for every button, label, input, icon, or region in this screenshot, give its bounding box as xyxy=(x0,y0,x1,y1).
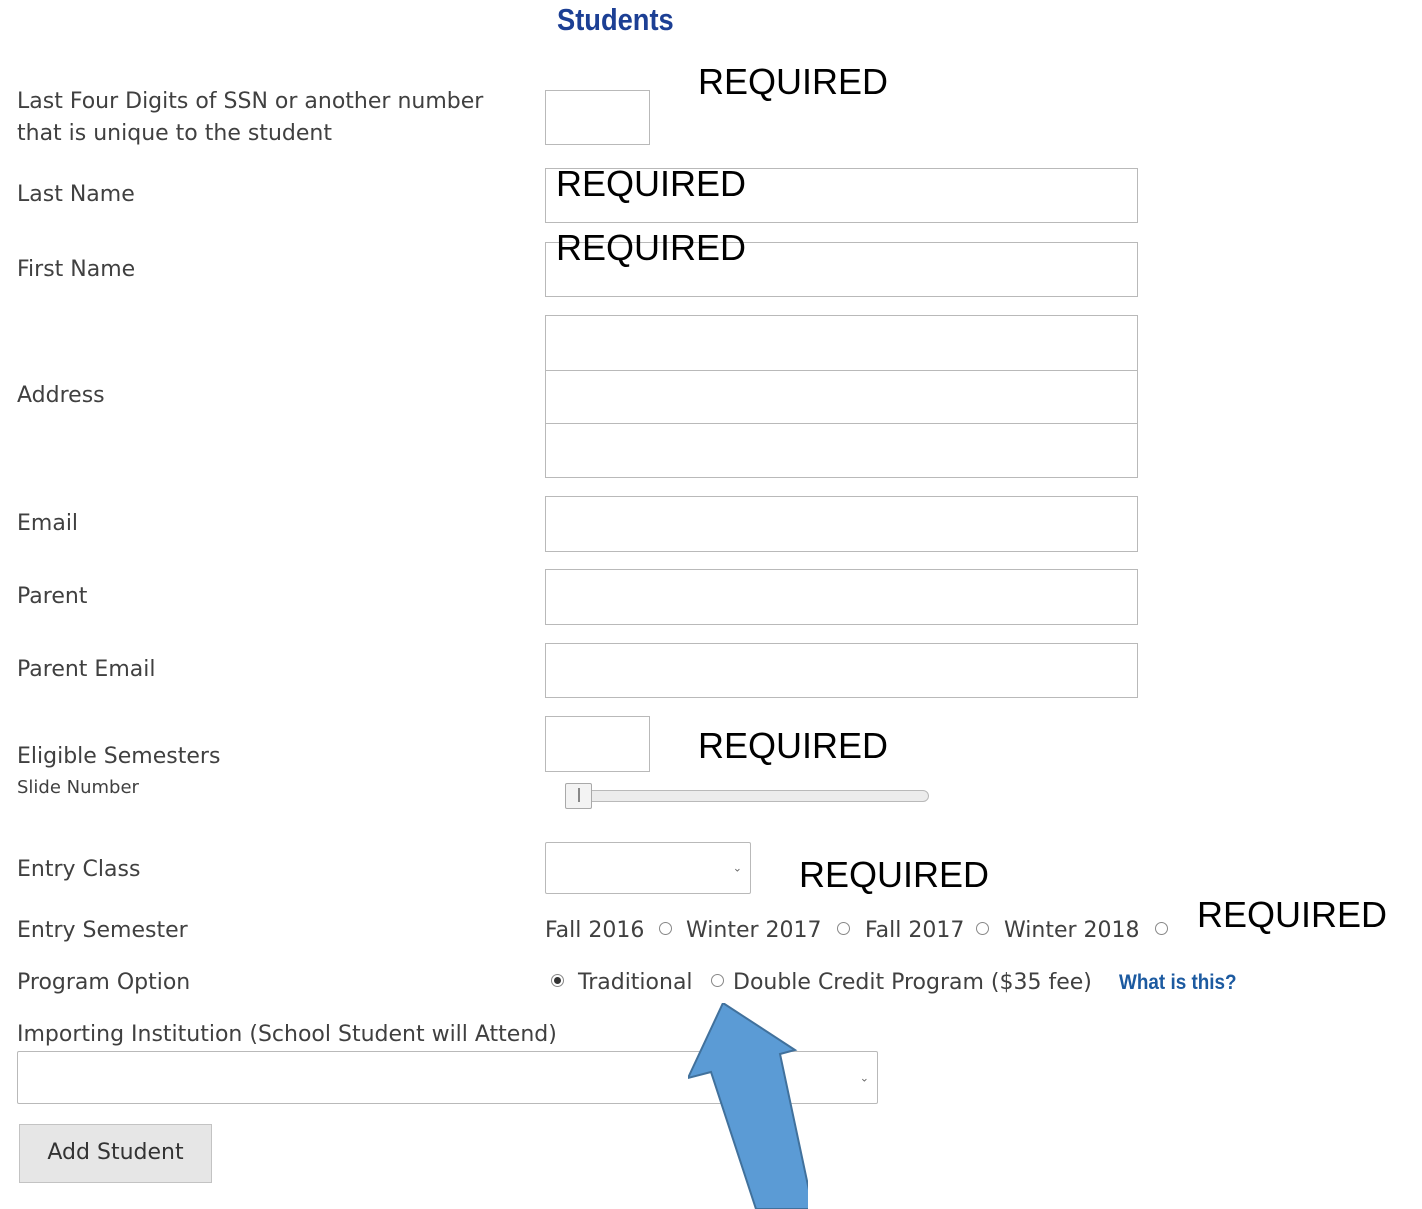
semester-radio[interactable] xyxy=(1155,922,1168,935)
address-label: Address xyxy=(17,383,105,408)
required-note-entry-class: REQUIRED xyxy=(799,854,990,895)
semester-option-label: Fall 2016 xyxy=(545,918,645,943)
program-option-label: Program Option xyxy=(17,970,191,995)
parent-input[interactable] xyxy=(545,569,1138,625)
address-line2-input[interactable] xyxy=(545,370,1138,425)
entry-class-label: Entry Class xyxy=(17,857,141,882)
eligible-semesters-label: Eligible Semesters xyxy=(17,744,221,769)
last-name-label: Last Name xyxy=(17,182,135,207)
email-label: Email xyxy=(17,511,79,536)
entry-class-select[interactable]: ⌄ xyxy=(545,842,751,894)
required-note-eligible-semesters: REQUIRED xyxy=(698,725,889,766)
annotation-arrow-icon xyxy=(688,1003,808,1209)
ssn-input[interactable] xyxy=(545,90,650,145)
add-student-button[interactable]: Add Student xyxy=(19,1124,212,1183)
parent-label: Parent xyxy=(17,584,88,609)
address-line1-input[interactable] xyxy=(545,315,1138,371)
parent-email-label: Parent Email xyxy=(17,657,156,682)
required-note-entry-semester: REQUIRED xyxy=(1197,894,1388,935)
parent-email-input[interactable] xyxy=(545,643,1138,698)
semester-radio[interactable] xyxy=(837,922,850,935)
required-note-first-name: REQUIRED xyxy=(556,227,747,268)
first-name-label: First Name xyxy=(17,257,136,282)
ssn-label-line1: Last Four Digits of SSN or another numbe… xyxy=(17,89,484,114)
semester-slider-track[interactable] xyxy=(565,790,929,802)
semester-radio[interactable] xyxy=(659,922,672,935)
email-input[interactable] xyxy=(545,496,1138,552)
address-line3-input[interactable] xyxy=(545,423,1138,478)
chevron-down-icon: ⌄ xyxy=(859,1071,869,1084)
entry-semester-label: Entry Semester xyxy=(17,918,188,943)
required-note-ssn: REQUIRED xyxy=(698,61,889,102)
slide-number-label: Slide Number xyxy=(17,777,139,798)
traditional-option-label: Traditional xyxy=(578,970,693,995)
semester-option-label: Fall 2017 xyxy=(865,918,965,943)
chevron-down-icon: ⌄ xyxy=(732,861,742,875)
semester-slider-handle[interactable] xyxy=(565,783,592,809)
what-is-this-link[interactable]: What is this? xyxy=(1119,971,1237,995)
double-credit-option-label: Double Credit Program ($35 fee) xyxy=(733,970,1092,995)
semester-radio[interactable] xyxy=(976,922,989,935)
double-credit-radio[interactable] xyxy=(711,974,724,987)
page-title: Students xyxy=(557,2,674,37)
eligible-semesters-input[interactable] xyxy=(545,716,650,772)
semester-option-label: Winter 2018 xyxy=(1004,918,1140,943)
importing-institution-label: Importing Institution (School Student wi… xyxy=(17,1022,557,1047)
semester-option-label: Winter 2017 xyxy=(686,918,822,943)
ssn-label-line2: that is unique to the student xyxy=(17,121,332,146)
required-note-last-name: REQUIRED xyxy=(556,163,747,204)
traditional-radio[interactable] xyxy=(551,974,564,987)
